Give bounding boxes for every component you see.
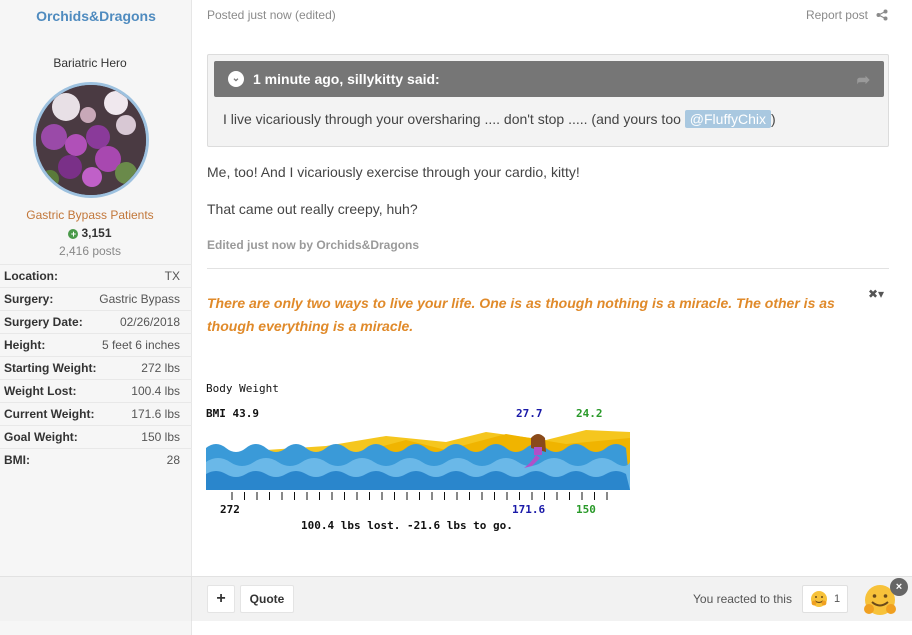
- quote-header[interactable]: ⌄ 1 minute ago, sillykitty said: ➦: [214, 61, 884, 97]
- ticker-bmi-start: BMI 43.9: [206, 407, 259, 420]
- field-weight-lost: Weight Lost: 100.4 lbs: [0, 379, 192, 402]
- weight-ticker[interactable]: Body Weight BMI 43.9 27.7 24.2 272 171.6…: [206, 378, 636, 538]
- author-rank: Bariatric Hero: [53, 56, 127, 70]
- ticker-current-weight: 171.6: [512, 503, 546, 516]
- avatar-orchid-image: [36, 85, 146, 195]
- author-panel: Orchids&Dragons Bariatric Hero Gastric B…: [0, 0, 192, 576]
- author-username[interactable]: Orchids&Dragons: [0, 8, 192, 24]
- field-bmi: BMI: 28: [0, 448, 192, 471]
- next-post-edge: [0, 621, 912, 635]
- plus-circle-icon: +: [68, 229, 79, 239]
- field-height: Height: 5 feet 6 inches: [0, 333, 192, 356]
- quote-block: ⌄ 1 minute ago, sillykitty said: ➦ I liv…: [207, 54, 889, 147]
- ticker-bmi-current: 27.7: [516, 407, 543, 420]
- reaction-status: You reacted to this: [693, 592, 792, 606]
- field-goal-weight: Goal Weight: 150 lbs: [0, 425, 192, 448]
- reputation-badge: +3,151: [0, 226, 180, 240]
- post-meta[interactable]: Posted just now (edited): [207, 8, 336, 22]
- quote-citation: 1 minute ago, sillykitty said:: [253, 71, 440, 87]
- field-surgery: Surgery: Gastric Bypass: [0, 287, 192, 310]
- multiquote-button[interactable]: +: [207, 585, 235, 613]
- reputation-count: 3,151: [81, 226, 112, 240]
- post-footer: + Quote You reacted to this 1: [0, 576, 912, 622]
- close-icon[interactable]: ×: [890, 578, 908, 596]
- share-icon[interactable]: [876, 9, 888, 21]
- report-label: Report post: [805, 8, 868, 22]
- member-group: Gastric Bypass Patients: [26, 208, 154, 222]
- quote-body: I live vicariously through your overshar…: [223, 110, 776, 128]
- field-current-weight: Current Weight: 171.6 lbs: [0, 402, 192, 425]
- post-count: 2,416 posts: [58, 244, 122, 258]
- ticker-goal-weight: 150: [576, 503, 596, 516]
- quote-button[interactable]: Quote: [240, 585, 294, 613]
- footer-author-gutter: [0, 577, 192, 622]
- signature-divider: [207, 268, 889, 269]
- signature-hide-icon[interactable]: ✖▾: [868, 287, 884, 301]
- post-paragraph: That came out really creepy, huh?: [207, 201, 418, 217]
- reaction-summary[interactable]: 1: [802, 585, 848, 613]
- field-location: Location: TX: [0, 264, 192, 287]
- ticker-summary: 100.4 lbs lost. -21.6 lbs to go.: [301, 519, 513, 532]
- ticker-title: Body Weight: [206, 382, 279, 395]
- reaction-count: 1: [833, 593, 841, 605]
- signature-quote: There are only two ways to live your lif…: [207, 295, 835, 334]
- field-surgery-date: Surgery Date: 02/26/2018: [0, 310, 192, 333]
- profile-fields: Location: TX Surgery: Gastric Bypass Surge…: [0, 264, 192, 471]
- avatar[interactable]: [33, 82, 149, 198]
- post-paragraph: Me, too! And I vicariously exercise thro…: [207, 164, 580, 180]
- ticker-scale: [231, 492, 608, 500]
- hug-emoji-icon: [810, 591, 827, 607]
- ticker-start-weight: 272: [220, 503, 240, 516]
- field-starting-weight: Starting Weight: 272 lbs: [0, 356, 192, 379]
- ticker-graphic: [206, 430, 630, 500]
- user-mention[interactable]: @FluffyChix: [684, 110, 771, 128]
- edited-note: Edited just now by Orchids&Dragons: [207, 238, 420, 252]
- forum-post-page: Orchids&Dragons Bariatric Hero Gastric B…: [0, 0, 912, 635]
- go-to-quote-icon[interactable]: ➦: [857, 70, 870, 90]
- chevron-down-icon[interactable]: ⌄: [228, 71, 244, 87]
- report-post-link[interactable]: Report post: [806, 8, 888, 22]
- ticker-bmi-goal: 24.2: [576, 407, 603, 420]
